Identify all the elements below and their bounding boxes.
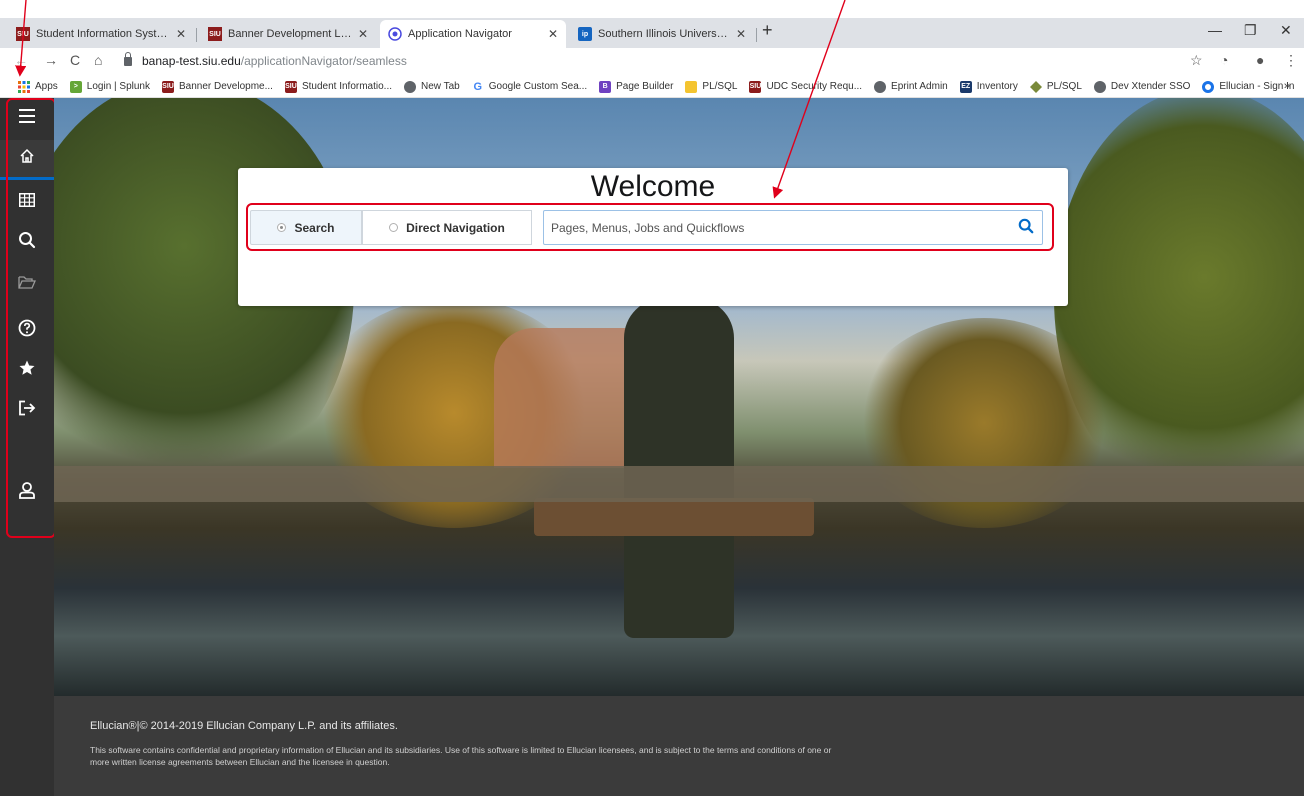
bookmark-label: Eprint Admin bbox=[891, 81, 948, 92]
more-menu-icon[interactable]: ⋮ bbox=[1284, 52, 1298, 69]
browser-tab-banner-dev[interactable]: SIU Banner Development Links ✕ bbox=[200, 20, 376, 48]
url-path: /applicationNavigator/seamless bbox=[240, 54, 407, 68]
welcome-title: Welcome bbox=[590, 170, 716, 203]
close-icon[interactable]: ✕ bbox=[548, 27, 558, 41]
bookmark-udc-security[interactable]: SIU UDC Security Requ... bbox=[749, 80, 863, 93]
bookmark-label: Dev Xtender SSO bbox=[1110, 81, 1191, 92]
google-icon: G bbox=[473, 80, 483, 93]
siu-logo-icon: SIU bbox=[284, 80, 297, 93]
bookmark-label: Google Custom Sea... bbox=[488, 81, 588, 92]
bookmark-label: Apps bbox=[35, 81, 58, 92]
globe-icon bbox=[404, 80, 417, 93]
bookmark-label: PL/SQL bbox=[702, 81, 738, 92]
browser-tab-student-info[interactable]: SIU Student Information System | Sou ✕ bbox=[8, 20, 194, 48]
bookmark-star-icon[interactable]: ☆ bbox=[1190, 52, 1203, 69]
bookmark-page-builder[interactable]: B Page Builder bbox=[599, 80, 674, 93]
reload-icon[interactable]: C bbox=[70, 52, 80, 68]
close-icon[interactable]: ✕ bbox=[358, 27, 368, 41]
tab-title: Southern Illinois University: Taylo bbox=[598, 28, 730, 40]
bookmark-eprint-admin[interactable]: Eprint Admin bbox=[874, 80, 948, 93]
ellucian-circle-icon bbox=[1202, 80, 1215, 93]
home-browser-icon[interactable]: ⌂ bbox=[94, 52, 102, 68]
close-icon[interactable]: ✕ bbox=[736, 27, 746, 41]
annotation-highlight-sidebar bbox=[6, 98, 56, 538]
close-window-icon[interactable]: ✕ bbox=[1280, 22, 1292, 39]
tab-title: Banner Development Links bbox=[228, 28, 352, 40]
bookmark-label: Page Builder bbox=[616, 81, 674, 92]
browser-tab-app-navigator[interactable]: Application Navigator ✕ bbox=[380, 20, 566, 48]
apps-grid-icon bbox=[18, 80, 30, 93]
bookmark-label: Login | Splunk bbox=[86, 81, 150, 92]
back-icon[interactable]: ← bbox=[14, 52, 28, 68]
bookmarks-bar: Apps > Login | Splunk SIU Banner Develop… bbox=[0, 76, 1304, 98]
bookmark-splunk[interactable]: > Login | Splunk bbox=[69, 80, 150, 93]
bookmark-new-tab[interactable]: New Tab bbox=[404, 80, 460, 93]
bookmark-plsql-folder[interactable]: PL/SQL bbox=[685, 80, 738, 93]
bookmark-student-info[interactable]: SIU Student Informatio... bbox=[284, 80, 393, 93]
ellucian-logo-icon bbox=[388, 27, 402, 41]
tab-title: Student Information System | Sou bbox=[36, 28, 170, 40]
forward-icon[interactable]: → bbox=[44, 52, 58, 68]
bookmark-ellucian-signin[interactable]: Ellucian - Sign In bbox=[1202, 80, 1294, 93]
close-icon[interactable]: ✕ bbox=[176, 27, 186, 41]
splunk-icon: > bbox=[69, 80, 82, 93]
bookmark-banner-dev[interactable]: SIU Banner Developme... bbox=[162, 80, 273, 93]
ip-logo-icon: ip bbox=[578, 27, 592, 41]
footer-legal-text: This software contains confidential and … bbox=[90, 745, 832, 767]
profile-icon[interactable]: ● bbox=[1256, 52, 1264, 68]
lock-icon bbox=[124, 51, 132, 66]
extension-icon[interactable]: ◔ bbox=[1220, 52, 1228, 68]
page-builder-icon: B bbox=[599, 80, 612, 93]
globe-icon bbox=[874, 80, 887, 93]
bookmark-apps[interactable]: Apps bbox=[18, 80, 58, 93]
bookmark-label: New Tab bbox=[421, 81, 460, 92]
restore-icon[interactable]: ❐ bbox=[1244, 22, 1257, 39]
bookmark-dev-xtender[interactable]: Dev Xtender SSO bbox=[1093, 80, 1191, 93]
footer-copyright: Ellucian®|© 2014-2019 Ellucian Company L… bbox=[90, 720, 398, 732]
siu-logo-icon: SIU bbox=[208, 27, 222, 41]
browser-tab-strip: SIU Student Information System | Sou ✕ S… bbox=[0, 18, 1304, 48]
url-host: banap-test.siu.edu bbox=[142, 54, 241, 68]
siu-logo-icon: SIU bbox=[162, 80, 174, 93]
bookmark-plsql-diamond[interactable]: PL/SQL bbox=[1029, 80, 1082, 93]
bookmarks-overflow-icon[interactable]: » bbox=[1284, 80, 1290, 92]
bookmark-google-custom[interactable]: G Google Custom Sea... bbox=[472, 81, 587, 93]
globe-icon bbox=[1093, 80, 1106, 93]
url-field[interactable]: banap-test.siu.edu /applicationNavigator… bbox=[124, 51, 1184, 71]
side-navigation bbox=[0, 98, 56, 796]
folder-icon bbox=[685, 80, 698, 93]
browser-tab-siu-taylor[interactable]: ip Southern Illinois University: Taylo ✕ bbox=[570, 20, 754, 48]
siu-logo-icon: SIU bbox=[16, 27, 30, 41]
minimize-icon[interactable]: — bbox=[1208, 22, 1222, 38]
tab-separator bbox=[196, 28, 197, 42]
bookmark-label: PL/SQL bbox=[1046, 81, 1082, 92]
new-tab-button[interactable]: + bbox=[762, 20, 773, 41]
bookmark-label: UDC Security Requ... bbox=[766, 81, 863, 92]
diamond-icon bbox=[1029, 80, 1042, 93]
bookmark-label: Banner Developme... bbox=[179, 81, 273, 92]
annotation-highlight-search bbox=[246, 203, 1054, 251]
bookmark-label: Student Informatio... bbox=[301, 81, 393, 92]
tab-separator bbox=[756, 28, 757, 42]
bookmark-label: Inventory bbox=[976, 81, 1018, 92]
bookmark-inventory[interactable]: EZ Inventory bbox=[959, 80, 1018, 93]
page-footer: Ellucian®|© 2014-2019 Ellucian Company L… bbox=[54, 696, 1304, 796]
ez-icon: EZ bbox=[959, 80, 972, 93]
tab-title: Application Navigator bbox=[408, 28, 512, 40]
siu-logo-icon: SIU bbox=[749, 80, 762, 93]
